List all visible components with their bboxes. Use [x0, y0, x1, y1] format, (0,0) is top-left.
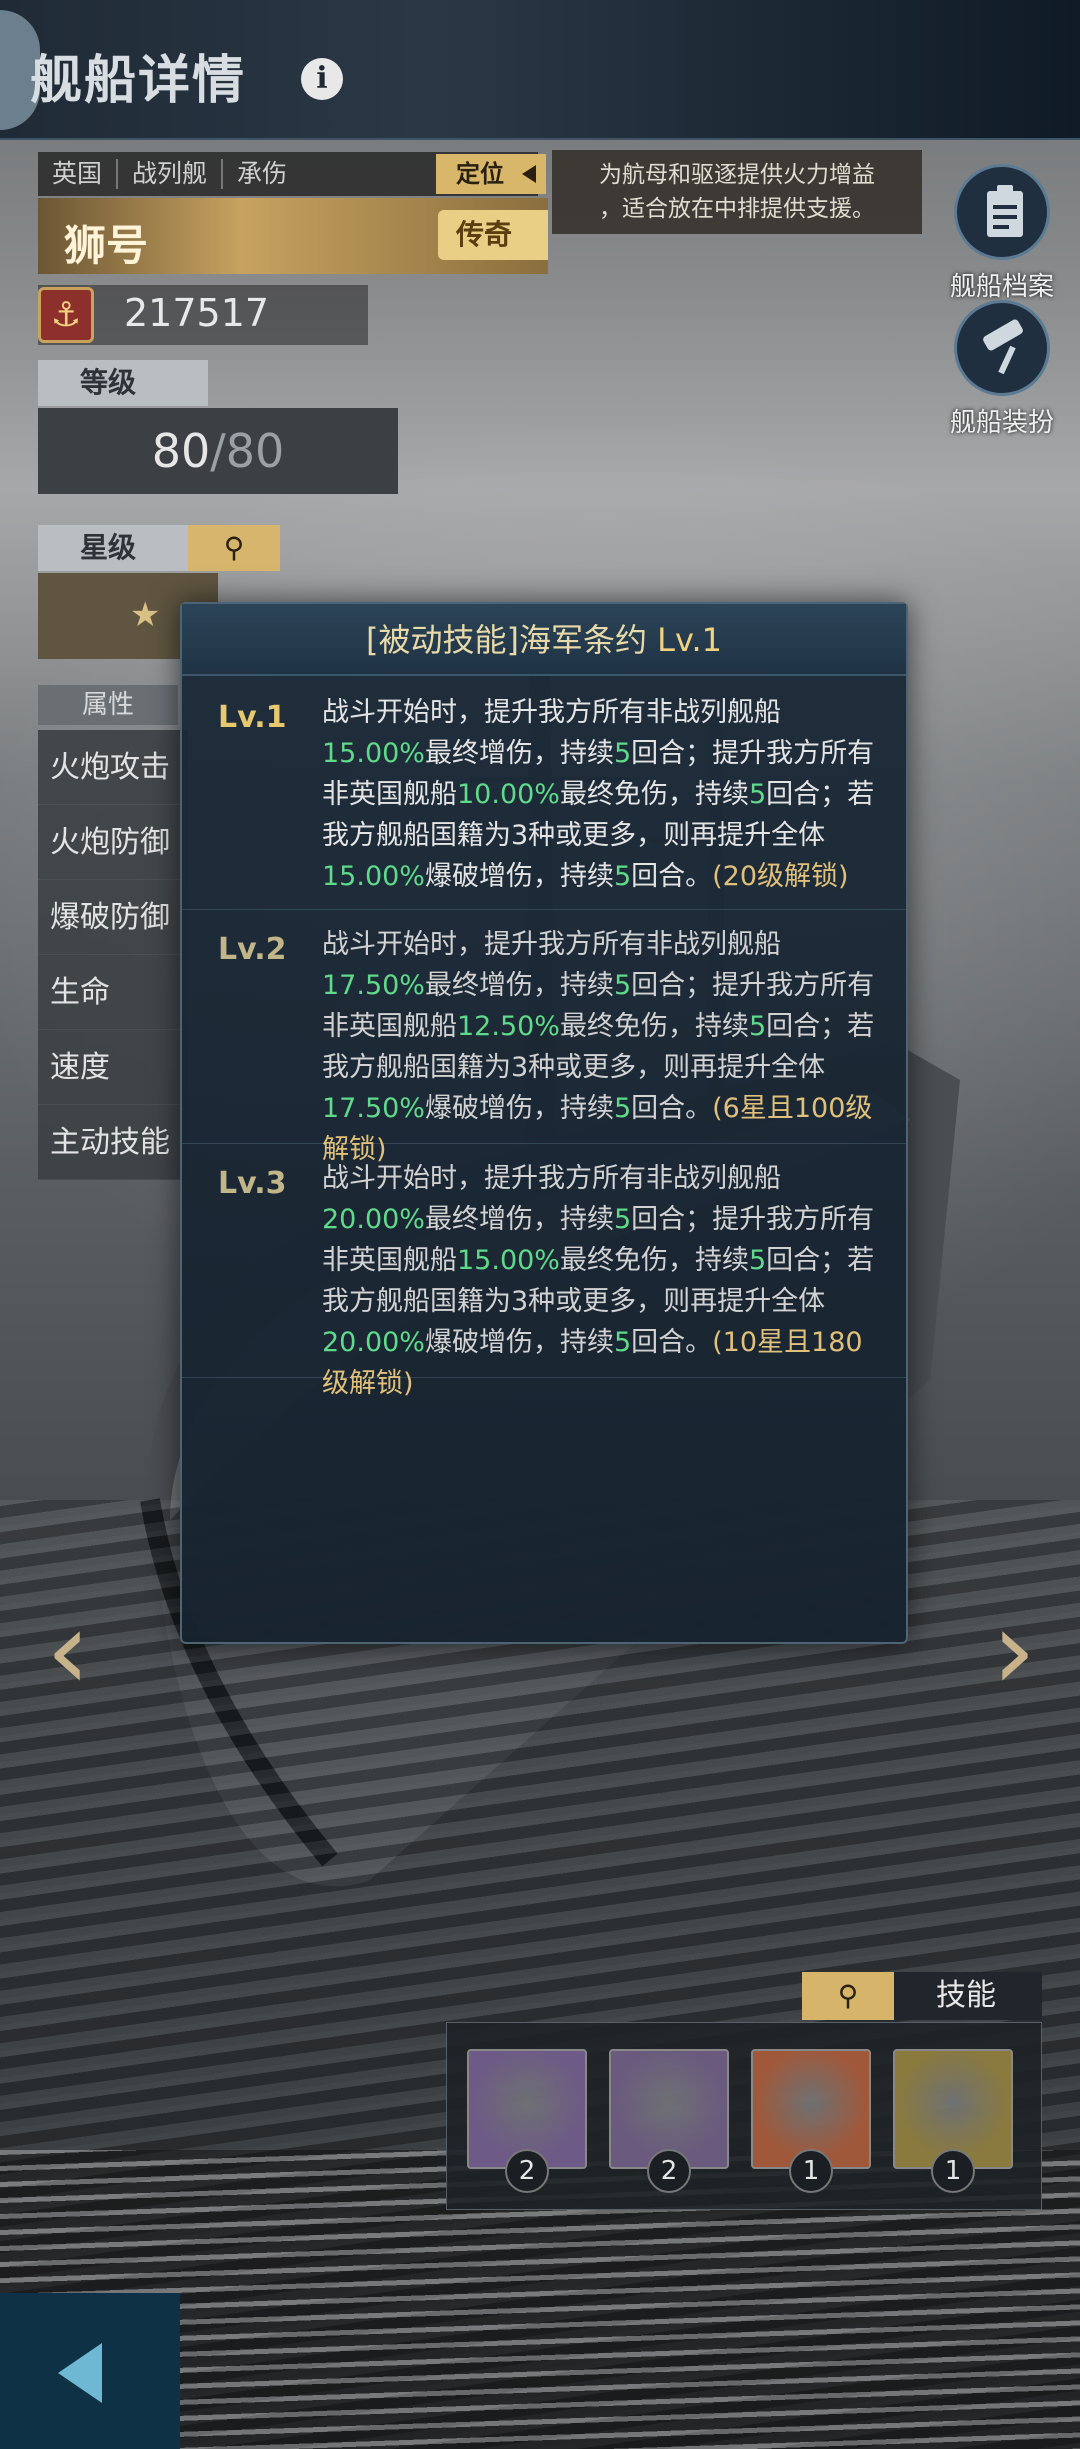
magnifier-icon[interactable]: ⚲ — [188, 525, 280, 571]
skill-value: 5 — [613, 1093, 632, 1124]
attr-hp: 生命 — [38, 955, 188, 1030]
position-desc-line2: ，适合放在中排提供支援。 — [599, 196, 875, 222]
passive-skill-popup[interactable]: [被动技能]海军条约 Lv.1 Lv.1 战斗开始时，提升我方所有非战列舰船 15… — [180, 602, 908, 1644]
skill-text: 最终增伤，持续 — [424, 1204, 614, 1235]
skill-value: 20.00% — [322, 1204, 425, 1235]
skill-level-row: Lv.2 战斗开始时，提升我方所有非战列舰船17.50%最终增伤，持续5回合；提… — [182, 910, 906, 1165]
power-value: 217517 — [124, 291, 270, 335]
tag-ship-type: 战列舰 — [118, 159, 224, 189]
attr-gun-attack: 火炮攻击 — [38, 730, 188, 805]
skill-text: 最终增伤，持续 — [424, 970, 614, 1001]
skill-text: 战斗开始时，提升我方所有非战列舰船 — [322, 697, 781, 728]
skills-panel: 2 2 1 1 — [446, 2022, 1042, 2210]
skill-text: 回合。 — [631, 861, 713, 892]
ship-archive-label: 舰船档案 — [949, 272, 1054, 302]
popup-title: [被动技能]海军条约 Lv.1 — [182, 604, 906, 676]
skill-level-desc: 战斗开始时，提升我方所有非战列舰船15.00%最终增伤，持续5回合；提升我方所有… — [322, 692, 882, 897]
back-button[interactable] — [0, 2293, 180, 2449]
skill-text: 最终免伤，持续 — [559, 1011, 749, 1042]
paint-roller-icon — [954, 300, 1050, 396]
skill-value: 5 — [748, 779, 767, 810]
skill-level-badge: 2 — [505, 2149, 549, 2193]
skill-text: 最终免伤，持续 — [559, 779, 749, 810]
next-ship-arrow-icon[interactable]: › — [984, 1595, 1044, 1705]
info-icon[interactable]: i — [301, 58, 343, 100]
attr-gun-defense: 火炮防御 — [38, 805, 188, 880]
skill-level-badge: 2 — [647, 2149, 691, 2193]
skill-value: 17.50% — [322, 1093, 425, 1124]
skill-value: 5 — [613, 861, 632, 892]
skill-value: 10.00% — [457, 779, 560, 810]
level-current: 80 — [151, 424, 211, 478]
skill-text: 最终免伤，持续 — [559, 1245, 749, 1276]
skill-value: 5 — [748, 1245, 767, 1276]
ship-archive-button[interactable]: 舰船档案 — [932, 164, 1072, 303]
skill-text: 战斗开始时，提升我方所有非战列舰船 — [322, 1163, 781, 1194]
attributes-list: 火炮攻击 火炮防御 爆破防御 生命 速度 主动技能 — [38, 730, 188, 1180]
tag-nationality: 英国 — [38, 159, 119, 189]
skill-level-badge: 1 — [789, 2149, 833, 2193]
skill-value: 5 — [748, 1011, 767, 1042]
skill-level-tag: Lv.1 — [218, 700, 287, 735]
level-max: /80 — [210, 424, 285, 478]
skill-text: 爆破增伤，持续 — [424, 1093, 614, 1124]
header-bar: 舰船详情 i — [0, 0, 1080, 140]
skill-level-desc: 战斗开始时，提升我方所有非战列舰船17.50%最终增伤，持续5回合；提升我方所有… — [322, 924, 882, 1170]
skill-text: 最终增伤，持续 — [424, 738, 614, 769]
skill-value: 5 — [613, 738, 632, 769]
unlock-condition: (20级解锁) — [712, 861, 849, 892]
attr-blast-defense: 爆破防御 — [38, 880, 188, 955]
position-label[interactable]: 定位 — [436, 154, 546, 194]
star-icon: ★ — [130, 595, 161, 635]
skill-value: 5 — [613, 970, 632, 1001]
skill-text: 爆破增伤，持续 — [424, 861, 614, 892]
ship-detail-screen: 舰船详情 i 英国 战列舰 承伤 定位 为航母和驱逐提供火力增益 ，适合放在中排… — [0, 0, 1080, 2449]
skill-text: 回合。 — [631, 1093, 713, 1124]
level-label: 等级 — [38, 360, 208, 406]
tag-role: 承伤 — [237, 159, 288, 188]
skill-value: 15.00% — [322, 738, 425, 769]
skill-level-badge: 1 — [931, 2149, 975, 2193]
popup-title-text: [被动技能]海军条约 — [366, 621, 658, 659]
star-label: 星级 — [38, 525, 188, 571]
ship-skin-label: 舰船装扮 — [949, 408, 1054, 438]
clipboard-icon — [954, 164, 1050, 260]
attr-active-skill: 主动技能 — [38, 1105, 188, 1180]
skill-value: 5 — [613, 1204, 632, 1235]
skill-text: 回合。 — [631, 1327, 713, 1358]
position-description: 为航母和驱逐提供火力增益 ，适合放在中排提供支援。 — [552, 150, 922, 234]
skill-value: 15.00% — [322, 861, 425, 892]
ship-skin-button[interactable]: 舰船装扮 — [932, 300, 1072, 439]
skill-level-tag: Lv.3 — [218, 1166, 287, 1201]
skill-level-row: Lv.3 战斗开始时，提升我方所有非战列舰船20.00%最终增伤，持续5回合；提… — [182, 1144, 906, 1399]
prev-ship-arrow-icon[interactable]: ‹ — [38, 1595, 98, 1705]
attr-speed: 速度 — [38, 1030, 188, 1105]
position-desc-line1: 为航母和驱逐提供火力增益 — [599, 162, 875, 188]
skill-level-tag: Lv.2 — [218, 932, 287, 967]
back-arrow-icon — [58, 2343, 102, 2403]
skill-value: 15.00% — [457, 1245, 560, 1276]
page-title: 舰船详情 — [30, 51, 247, 111]
attributes-label: 属性 — [38, 685, 178, 725]
skills-label: 技能 — [936, 1978, 996, 2013]
magnifier-icon[interactable]: ⚲ — [802, 1972, 894, 2020]
skills-tab[interactable]: ⚲ 技能 — [802, 1972, 1042, 2020]
power-row: ⚓ 217517 — [38, 285, 368, 345]
skill-level-desc: 战斗开始时，提升我方所有非战列舰船20.00%最终增伤，持续5回合；提升我方所有… — [322, 1158, 882, 1404]
skill-level-row: Lv.1 战斗开始时，提升我方所有非战列舰船15.00%最终增伤，持续5回合；提… — [182, 678, 906, 910]
rarity-badge: 传奇 — [438, 210, 548, 260]
skill-value: 17.50% — [322, 970, 425, 1001]
skill-text: 爆破增伤，持续 — [424, 1327, 614, 1358]
level-value: 80/80 — [38, 408, 398, 494]
skill-value: 12.50% — [457, 1011, 560, 1042]
ship-name: 狮号 — [64, 221, 149, 270]
popup-title-level: Lv.1 — [657, 621, 722, 659]
skill-value: 5 — [613, 1327, 632, 1358]
skill-text: 战斗开始时，提升我方所有非战列舰船 — [322, 929, 781, 960]
skill-value: 20.00% — [322, 1327, 425, 1358]
anchor-icon: ⚓ — [38, 287, 94, 343]
